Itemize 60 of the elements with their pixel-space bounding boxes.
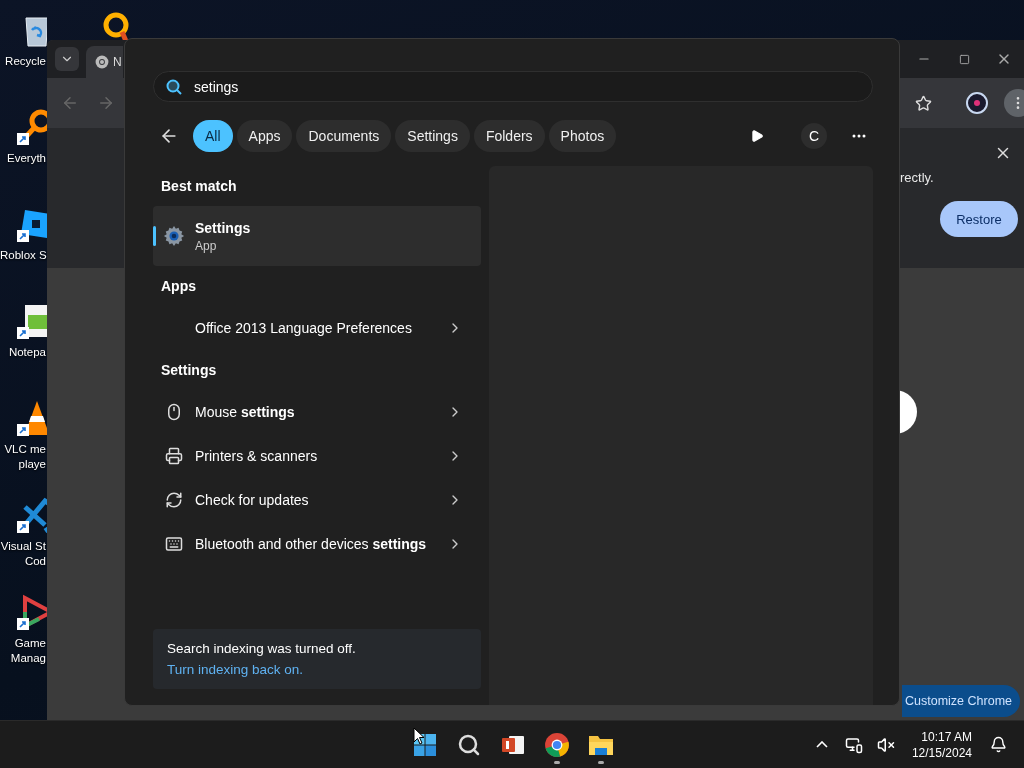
star-icon (914, 94, 932, 112)
icon-label: playe (17, 457, 46, 472)
printer-icon (165, 447, 183, 465)
filter-tab[interactable]: Apps (236, 120, 293, 152)
gear-icon (163, 224, 185, 248)
refresh-icon (165, 491, 183, 509)
profile-icon[interactable] (966, 92, 988, 114)
tab-title: N (113, 55, 122, 69)
mouse-icon (165, 403, 183, 421)
search-field[interactable]: setings (153, 71, 873, 102)
icon-label: Notepa (7, 345, 46, 360)
section-heading: Settings (160, 361, 218, 380)
ring-app-icon[interactable] (102, 12, 130, 42)
filter-tab[interactable]: Folders (473, 120, 545, 152)
tab-list-button[interactable] (55, 47, 79, 71)
icon-label: Game (13, 636, 46, 651)
search-icon (457, 732, 481, 757)
browser-icon (95, 55, 109, 69)
result-item[interactable]: Mouse settings (153, 390, 481, 434)
section-heading: Apps (160, 277, 197, 296)
indexing-link[interactable]: Turn indexing back on. (167, 662, 304, 677)
infobar-text: rectly. (900, 170, 934, 185)
account-avatar[interactable]: C (801, 123, 827, 149)
customize-button[interactable]: Customize Chrome (902, 685, 1020, 717)
result-item[interactable]: Office 2013 Language Preferences (153, 306, 481, 350)
browser-tab[interactable]: N (86, 46, 123, 78)
bell-icon (989, 736, 1007, 753)
browser-icon (544, 731, 570, 758)
triangle-icon[interactable] (17, 592, 47, 632)
notice-text: Search indexing was turned off. (167, 641, 357, 656)
more-icon (852, 134, 866, 138)
icon-label: Roblox S (0, 248, 46, 263)
filter-tab[interactable]: Settings (395, 120, 470, 152)
filter-tab[interactable]: Photos (548, 120, 617, 152)
filter-tab[interactable]: All (193, 120, 233, 152)
icon-label: Everyth (6, 151, 46, 166)
search-icon (166, 79, 182, 95)
keyboard-icon (165, 535, 183, 553)
icon-label: Visual St (0, 539, 46, 554)
result-item[interactable]: Printers & scanners (153, 434, 481, 478)
monitor-icon (844, 735, 863, 754)
restore-button[interactable]: Restore (940, 201, 1018, 237)
clock-time[interactable]: 10:17 AM (921, 728, 972, 745)
result-item[interactable]: Bluetooth and other devices settings (153, 522, 481, 566)
icon-label: Recycle (4, 54, 46, 69)
chevron-up-icon (815, 741, 828, 748)
section-heading: Best match (160, 177, 238, 196)
result-item[interactable]: Check for updates (153, 478, 481, 522)
result-item[interactable]: Settings App (153, 206, 481, 266)
icon-label: Manag (9, 651, 46, 666)
maximize-icon (958, 53, 970, 65)
forward-arrow-icon (97, 94, 115, 112)
muted-speaker-icon (876, 735, 895, 754)
icon-label: VLC me (3, 442, 46, 457)
menu-button[interactable] (1004, 89, 1024, 117)
cursor-icon (413, 727, 425, 745)
filter-tab[interactable]: Documents (296, 120, 392, 152)
clock-date[interactable]: 12/15/2024 (911, 744, 972, 761)
play-icon (750, 129, 764, 143)
icon-label: Cod (23, 554, 46, 569)
